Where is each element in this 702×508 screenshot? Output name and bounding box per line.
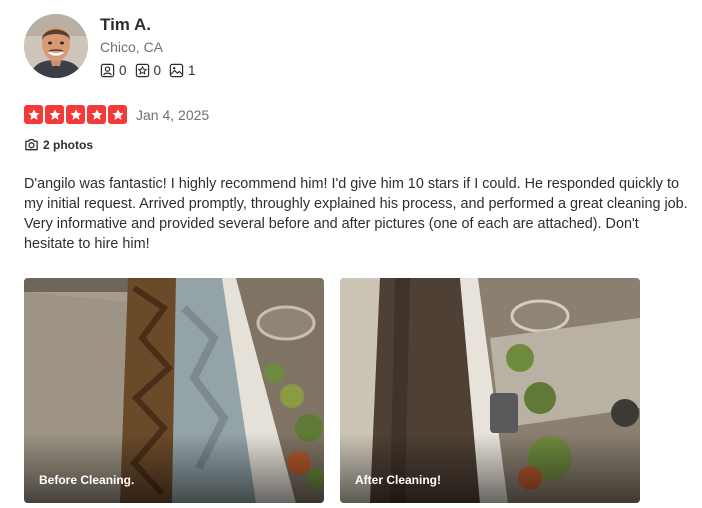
review-photo-before[interactable]: Before Cleaning. — [24, 278, 324, 503]
review-card: Tim A. Chico, CA 0 0 1 Jan 4, 2025 2 pho… — [0, 0, 702, 508]
star-icon — [45, 105, 64, 124]
photos-link[interactable]: 2 photos — [24, 137, 93, 152]
reviews-icon — [135, 63, 149, 78]
star-icon — [108, 105, 127, 124]
camera-icon — [25, 138, 38, 151]
caption-gradient — [340, 433, 640, 503]
star-icon — [24, 105, 43, 124]
review-date: Jan 4, 2025 — [136, 106, 210, 123]
review-photo-after[interactable]: After Cleaning! — [340, 278, 640, 503]
star-rating — [24, 105, 129, 124]
user-name[interactable]: Tim A. — [100, 15, 151, 35]
friends-icon — [100, 63, 115, 78]
rating-row: Jan 4, 2025 — [24, 105, 209, 124]
friends-stat: 0 — [100, 63, 127, 78]
photos-link-label: 2 photos — [43, 137, 93, 152]
star-icon — [87, 105, 106, 124]
friends-count: 0 — [119, 63, 127, 78]
photos-stat: 1 — [169, 63, 196, 78]
photos-count: 1 — [188, 63, 196, 78]
caption-gradient — [24, 433, 324, 503]
review-text: D'angilo was fantastic! I highly recomme… — [24, 176, 688, 252]
reviews-count: 0 — [153, 63, 162, 78]
star-icon — [66, 105, 85, 124]
photo-caption: After Cleaning! — [355, 473, 442, 487]
user-location: Chico, CA — [100, 39, 164, 55]
user-stats: 0 0 1 — [100, 63, 204, 78]
photos-icon — [169, 63, 184, 78]
photo-caption: Before Cleaning. — [39, 473, 135, 487]
reviews-stat: 0 — [135, 63, 162, 78]
avatar[interactable] — [24, 14, 88, 78]
